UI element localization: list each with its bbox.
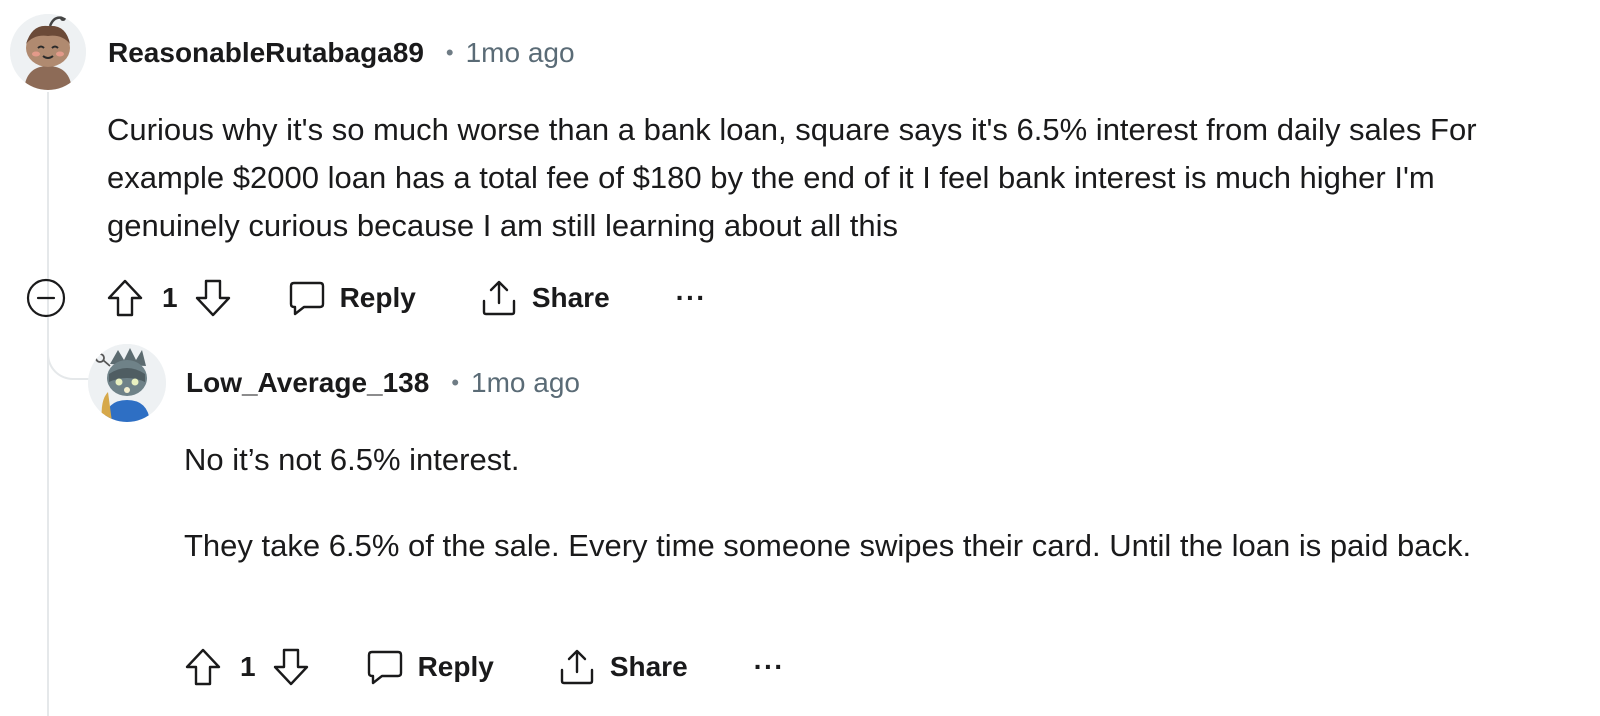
comment-body: Curious why it's so much worse than a ba…	[107, 106, 1557, 250]
collapse-button[interactable]	[26, 278, 66, 318]
thread-line[interactable]	[47, 92, 49, 716]
comment-actions: 1 Reply Share ···	[182, 637, 785, 697]
comment-body: No it’s not 6.5% interest. They take 6.5…	[184, 436, 1574, 608]
share-label: Share	[531, 282, 610, 313]
vote-count: 1	[240, 651, 256, 682]
share-label: Share	[609, 651, 688, 682]
ellipsis-icon: ···	[675, 282, 707, 313]
share-upload-icon	[560, 649, 594, 685]
username[interactable]: Low_Average_138	[186, 367, 429, 399]
avatar[interactable]	[10, 14, 86, 90]
reply-button[interactable]: Reply	[288, 272, 416, 324]
vote-group: 1	[104, 277, 234, 319]
upvote-button[interactable]	[104, 277, 146, 319]
comment-paragraph: No it’s not 6.5% interest.	[184, 442, 520, 477]
reply-button[interactable]: Reply	[366, 641, 494, 693]
reply-label: Reply	[417, 651, 494, 682]
upvote-button[interactable]	[182, 646, 224, 688]
more-options-button[interactable]: ···	[676, 272, 707, 324]
arrow-up-icon	[185, 648, 221, 686]
timestamp[interactable]: 1mo ago	[471, 367, 580, 399]
speech-bubble-icon	[367, 650, 402, 685]
downvote-button[interactable]	[270, 646, 312, 688]
comment-header: ReasonableRutabaga89 • 1mo ago	[108, 36, 575, 70]
arrow-down-icon	[273, 648, 308, 686]
share-button[interactable]: Share	[480, 272, 610, 324]
speech-bubble-icon	[289, 281, 324, 316]
share-button[interactable]: Share	[558, 641, 688, 693]
avatar[interactable]	[88, 344, 166, 422]
more-options-button[interactable]: ···	[754, 641, 785, 693]
reply-label: Reply	[339, 282, 416, 313]
arrow-down-icon	[195, 279, 230, 317]
vote-count: 1	[162, 282, 178, 313]
downvote-button[interactable]	[192, 277, 234, 319]
comment-thread: ReasonableRutabaga89 • 1mo ago Curious w…	[0, 0, 1600, 716]
comment-paragraph: They take 6.5% of the sale. Every time s…	[184, 528, 1472, 563]
arrow-up-icon	[107, 279, 143, 317]
ellipsis-icon: ···	[753, 651, 785, 682]
timestamp[interactable]: 1mo ago	[466, 37, 575, 69]
comment-actions: 1 Reply Share ···	[26, 268, 707, 328]
comment-header: Low_Average_138 • 1mo ago	[186, 366, 580, 400]
separator-dot: •	[451, 370, 460, 395]
vote-group: 1	[182, 646, 312, 688]
username[interactable]: ReasonableRutabaga89	[108, 37, 424, 69]
separator-dot: •	[445, 40, 454, 65]
collapse-minus-icon	[26, 278, 66, 318]
share-upload-icon	[482, 280, 516, 316]
comment-paragraph: Curious why it's so much worse than a ba…	[107, 112, 1477, 243]
